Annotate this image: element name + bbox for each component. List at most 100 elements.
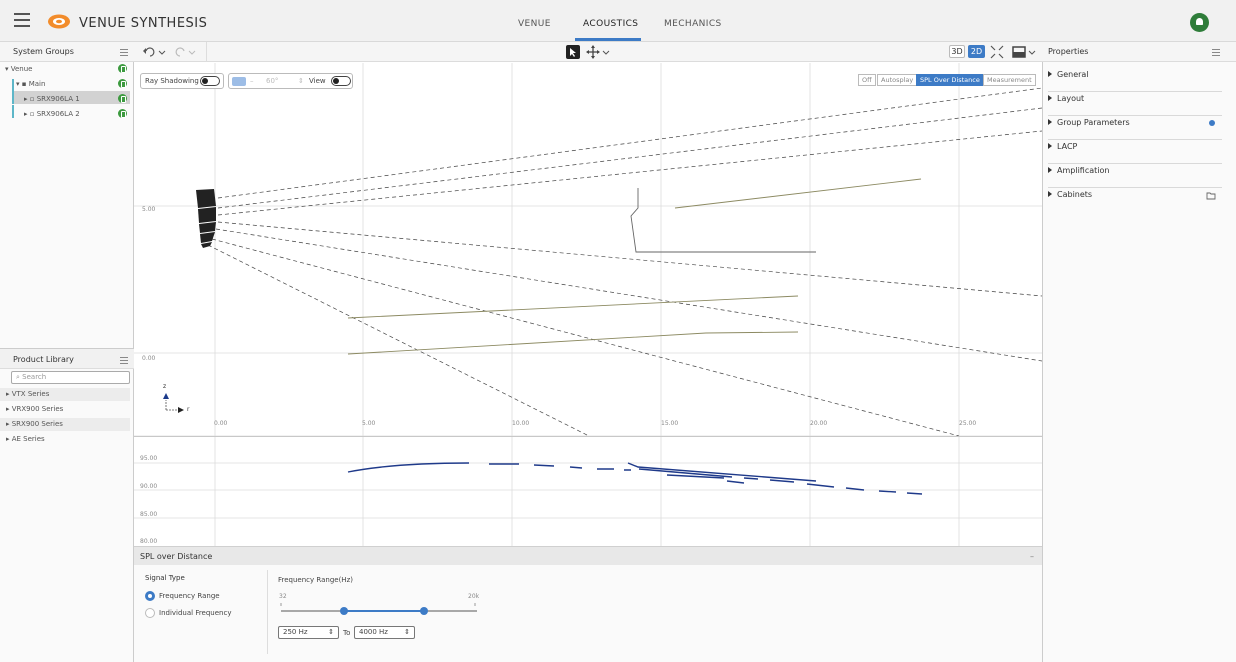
to-frequency-value: 4000 Hz bbox=[359, 628, 388, 636]
prop-group-parameters[interactable]: Group Parameters bbox=[1048, 116, 1222, 140]
layout-toggle-icon[interactable] bbox=[1012, 45, 1040, 59]
search-placeholder: Search bbox=[22, 373, 47, 381]
power-status-icon[interactable] bbox=[118, 94, 127, 103]
angle-increment-button[interactable] bbox=[232, 77, 246, 86]
view-toggle[interactable] bbox=[331, 76, 351, 86]
venue-canvas[interactable]: 5.00 0.00 0.00 5.00 10.00 15.00 20.00 25… bbox=[134, 63, 1042, 546]
series-item[interactable]: ▸ SRX900 Series bbox=[0, 418, 130, 431]
mode-spl-over-distance[interactable]: SPL Over Distance bbox=[916, 74, 984, 86]
info-dot-icon[interactable] bbox=[1209, 120, 1215, 126]
ray-shadowing-toggle[interactable] bbox=[200, 76, 220, 86]
app-window: VENUE SYNTHESIS VENUE ACOUSTICS MECHANIC… bbox=[0, 0, 1236, 662]
to-frequency-select[interactable]: 4000 Hz ⇕ bbox=[354, 626, 415, 639]
spl-panel-header[interactable]: SPL over Distance – bbox=[134, 546, 1042, 565]
select-pointer-icon[interactable] bbox=[566, 45, 580, 59]
ray-shadowing-control: Ray Shadowing bbox=[140, 73, 224, 89]
tree-item-srx906la-1[interactable]: ▸ ▫ SRX906LA 1 bbox=[24, 95, 80, 103]
tree-indent-bar bbox=[12, 91, 14, 104]
slider-handle-high bbox=[420, 607, 428, 615]
expand-arrow-icon bbox=[1048, 143, 1052, 149]
canvas-toolbar bbox=[134, 42, 1042, 62]
r-axis-label: r bbox=[187, 406, 190, 413]
tree-item-venue[interactable]: ▾ Venue bbox=[5, 65, 32, 73]
individual-frequency-radio[interactable] bbox=[145, 608, 155, 618]
x-axis-label: 10.00 bbox=[512, 420, 530, 427]
top-bar: VENUE SYNTHESIS VENUE ACOUSTICS MECHANIC… bbox=[0, 0, 1236, 42]
power-status-icon[interactable] bbox=[118, 79, 127, 88]
tab-venue[interactable]: VENUE bbox=[518, 19, 551, 29]
mode-measurement[interactable]: Measurement bbox=[983, 74, 1036, 86]
angle-value[interactable]: 60° bbox=[266, 77, 278, 85]
redo-icon[interactable] bbox=[172, 45, 200, 59]
app-title: VENUE SYNTHESIS bbox=[79, 16, 208, 31]
tree-item-main[interactable]: ▾ ▪ Main bbox=[16, 80, 45, 88]
x-axis-label: 15.00 bbox=[661, 420, 679, 427]
x-axis-label: 0.00 bbox=[214, 420, 228, 427]
view-2d-button[interactable]: 2D bbox=[968, 45, 985, 58]
frequency-range-radio[interactable] bbox=[145, 591, 155, 601]
view-3d-button[interactable]: 3D bbox=[949, 45, 965, 58]
stepper-icon: ⇕ bbox=[328, 628, 334, 636]
properties-menu-icon[interactable] bbox=[1212, 49, 1220, 56]
move-tool-icon[interactable] bbox=[586, 45, 610, 59]
power-status-icon[interactable] bbox=[118, 109, 127, 118]
expand-arrow-icon bbox=[1048, 119, 1052, 125]
y-axis-label: 0.00 bbox=[142, 355, 156, 362]
view-angle-control: – 60° ⇕ View bbox=[228, 73, 353, 89]
notification-bell-icon[interactable] bbox=[1190, 13, 1209, 32]
frequency-range-option[interactable]: Frequency Range bbox=[159, 592, 220, 600]
spl-y-label: 80.00 bbox=[140, 538, 158, 545]
prop-label: Layout bbox=[1057, 94, 1085, 103]
expand-arrow-icon bbox=[1048, 191, 1052, 197]
from-frequency-value: 250 Hz bbox=[283, 628, 308, 636]
x-axis-label: 20.00 bbox=[810, 420, 828, 427]
undo-icon[interactable] bbox=[142, 45, 172, 59]
prop-lacp[interactable]: LACP bbox=[1048, 140, 1222, 164]
prop-label: Amplification bbox=[1057, 166, 1110, 175]
slider-handle-low bbox=[340, 607, 348, 615]
system-groups-title: System Groups bbox=[13, 47, 74, 56]
chart-divider bbox=[134, 436, 1042, 437]
power-status-icon[interactable] bbox=[118, 64, 127, 73]
tab-acoustics[interactable]: ACOUSTICS bbox=[583, 19, 638, 29]
system-groups-menu-icon[interactable] bbox=[120, 49, 128, 56]
properties-title: Properties bbox=[1048, 47, 1089, 56]
angle-decrement-button[interactable]: – bbox=[250, 77, 254, 85]
stepper-icon: ⇕ bbox=[404, 628, 410, 636]
prop-label: Group Parameters bbox=[1057, 118, 1130, 127]
prop-label: Cabinets bbox=[1057, 190, 1093, 199]
angle-stepper-icon[interactable]: ⇕ bbox=[298, 77, 304, 85]
individual-frequency-option[interactable]: Individual Frequency bbox=[159, 609, 231, 617]
prop-layout[interactable]: Layout bbox=[1048, 92, 1222, 116]
prop-general[interactable]: General bbox=[1048, 68, 1222, 92]
prop-cabinets[interactable]: Cabinets bbox=[1048, 188, 1222, 212]
z-axis-label: z bbox=[163, 383, 167, 390]
series-item[interactable]: ▸ AE Series bbox=[0, 433, 130, 446]
series-item[interactable]: ▸ VTX Series bbox=[0, 388, 130, 401]
series-item[interactable]: ▸ VRX900 Series bbox=[0, 403, 130, 416]
hamburger-menu-icon[interactable] bbox=[14, 13, 30, 27]
panel-divider bbox=[267, 570, 268, 654]
tab-mechanics[interactable]: MECHANICS bbox=[664, 19, 722, 29]
slider-min-label: 32 bbox=[279, 593, 287, 600]
prop-label: General bbox=[1057, 70, 1089, 79]
y-axis-label: 5.00 bbox=[142, 206, 156, 213]
active-tab-indicator bbox=[575, 38, 641, 41]
prop-amplification[interactable]: Amplification bbox=[1048, 164, 1222, 188]
spl-y-label: 85.00 bbox=[140, 511, 158, 518]
add-cabinet-icon[interactable] bbox=[1206, 191, 1216, 200]
product-library-menu-icon[interactable] bbox=[120, 357, 128, 364]
frequency-slider[interactable] bbox=[278, 601, 480, 621]
fit-view-icon[interactable] bbox=[990, 45, 1004, 59]
product-search-input[interactable]: ⌕ Search bbox=[11, 371, 130, 384]
ray-shadowing-label: Ray Shadowing bbox=[145, 77, 199, 85]
mode-autosplay[interactable]: Autosplay bbox=[877, 74, 918, 86]
mode-off[interactable]: Off bbox=[858, 74, 876, 86]
system-groups-header: System Groups bbox=[0, 42, 134, 62]
from-frequency-select[interactable]: 250 Hz ⇕ bbox=[278, 626, 339, 639]
spl-panel-title: SPL over Distance bbox=[140, 552, 213, 561]
expand-arrow-icon bbox=[1048, 71, 1052, 77]
view-label: View bbox=[309, 77, 326, 85]
tree-item-srx906la-2[interactable]: ▸ ▫ SRX906LA 2 bbox=[24, 110, 80, 118]
collapse-icon[interactable]: – bbox=[1030, 547, 1034, 566]
